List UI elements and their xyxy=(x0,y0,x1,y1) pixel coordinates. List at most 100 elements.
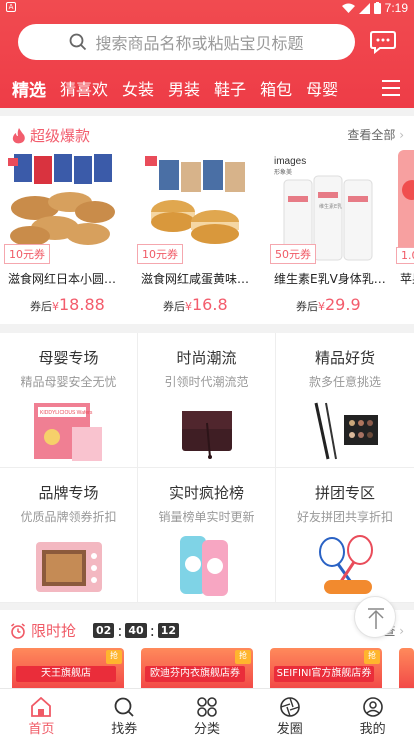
tab-featured[interactable]: 精选 xyxy=(12,76,46,101)
category-subtitle: 引领时代潮流范 xyxy=(164,375,249,389)
product-price: 券后¥29.9 xyxy=(296,295,361,314)
phone-case-image xyxy=(180,536,228,596)
grab-tag: 抢 xyxy=(106,650,122,664)
countdown-timer: 02:40:12 xyxy=(93,622,180,640)
coupon-badge: 10元券 xyxy=(137,244,183,264)
shop-card[interactable]: 抢 天王旗舰店 xyxy=(12,648,124,688)
arrow-up-icon xyxy=(368,608,384,629)
category-title: 拼团专区 xyxy=(314,484,375,502)
product-image: 1.0 xyxy=(392,150,414,266)
menu-icon[interactable] xyxy=(382,80,400,96)
status-time: 7:19 xyxy=(384,1,408,15)
svg-text:维生素E乳: 维生素E乳 xyxy=(319,203,342,210)
status-bar: A 7:19 xyxy=(0,0,414,16)
nav-find-coupon[interactable]: 找券 xyxy=(83,689,166,739)
aperture-icon xyxy=(279,697,300,717)
view-all-link[interactable]: 查看全部 › xyxy=(347,126,404,143)
tab-baby[interactable]: 母婴 xyxy=(306,76,338,100)
tab-bags[interactable]: 箱包 xyxy=(260,76,292,100)
coupon-badge: 50元券 xyxy=(270,244,316,264)
category-grid: 母婴专场 精品母婴安全无忧 KIDDYLICIOUS Wafers 时尚潮流 引… xyxy=(0,333,414,603)
message-icon[interactable] xyxy=(370,30,396,54)
flash-title: 限时抢 xyxy=(31,622,77,640)
shop-card[interactable]: 抢 SEIFINI官方旗舰店券 xyxy=(270,648,382,688)
category-fashion[interactable]: 时尚潮流 引领时代潮流范 xyxy=(138,333,276,468)
grab-tag: 抢 xyxy=(364,650,380,664)
product-price: 券后¥18.88 xyxy=(30,295,105,314)
category-subtitle: 好友拼团共享折扣 xyxy=(296,510,393,524)
status-icons: 7:19 xyxy=(341,1,408,15)
home-icon xyxy=(31,697,52,717)
brand-logo-text: images xyxy=(274,156,306,167)
tab-men[interactable]: 男装 xyxy=(168,76,200,100)
oven-image xyxy=(36,542,102,592)
category-icon xyxy=(197,697,217,717)
shop-card[interactable]: 抢 欧迪芬内衣旗舰店券 xyxy=(141,648,253,688)
category-title: 品牌专场 xyxy=(38,484,99,502)
product-name: 滋食网红日本小圆… xyxy=(8,272,117,286)
coupon-badge: 1.0 xyxy=(396,247,414,264)
product-name: 苹果 xyxy=(400,272,414,286)
category-subtitle: 销量榜单实时更新 xyxy=(158,510,255,524)
search-icon xyxy=(114,697,134,717)
product-image: 10元券 xyxy=(133,150,255,266)
nav-home[interactable]: 首页 xyxy=(0,689,83,739)
nav-share-circle[interactable]: 发圈 xyxy=(248,689,331,739)
product-name: 维生素E乳V身体乳… xyxy=(274,272,386,286)
category-tabs: 精选 猜喜欢 女装 男装 鞋子 箱包 母婴 xyxy=(0,72,414,104)
product-card[interactable]: 10元券 滋食网红日本小圆… 券后¥18.88 xyxy=(0,150,122,314)
battery-icon xyxy=(373,2,381,14)
tab-guess-like[interactable]: 猜喜欢 xyxy=(60,76,108,100)
badminton-image xyxy=(319,535,373,594)
product-card[interactable]: 1.0 苹果 xyxy=(392,150,414,287)
chevron-right-icon: › xyxy=(399,128,404,142)
category-title: 时尚潮流 xyxy=(176,349,237,367)
tab-shoes[interactable]: 鞋子 xyxy=(214,76,246,100)
app-notification-icon: A xyxy=(6,2,16,12)
nav-category[interactable]: 分类 xyxy=(166,689,249,739)
product-price: 券后¥16.8 xyxy=(163,295,228,314)
baby-snack-image: KIDDYLICIOUS Wafers xyxy=(34,403,102,461)
search-icon xyxy=(70,33,87,51)
category-subtitle: 款多任意挑选 xyxy=(308,375,381,389)
category-hot-ranking[interactable]: 实时疯抢榜 销量榜单实时更新 xyxy=(138,468,276,603)
category-subtitle: 精品母婴安全无忧 xyxy=(20,375,117,389)
product-card[interactable]: 10元券 滋食网红咸蛋黄味… 券后¥16.8 xyxy=(133,150,255,314)
product-card[interactable]: images 形象美 维生素E乳 50元券 维生素E乳V身体乳… 券后¥29.9 xyxy=(266,150,388,314)
back-to-top-button[interactable] xyxy=(354,596,396,638)
wifi-icon xyxy=(341,3,355,13)
shop-label: 天王旗舰店 xyxy=(16,666,116,682)
category-baby[interactable]: 母婴专场 精品母婴安全无忧 KIDDYLICIOUS Wafers xyxy=(0,333,138,468)
category-subtitle: 优质品牌领券折扣 xyxy=(20,510,117,524)
category-quality-goods[interactable]: 精品好货 款多任意挑选 xyxy=(276,333,414,468)
search-input[interactable]: 搜索商品名称或粘贴宝贝标题 xyxy=(18,24,355,60)
product-name: 滋食网红咸蛋黄味… xyxy=(141,272,250,286)
product-image: 10元券 xyxy=(0,150,122,266)
category-brand[interactable]: 品牌专场 优质品牌领券折扣 xyxy=(0,468,138,603)
category-group-buy[interactable]: 拼团专区 好友拼团共享折扣 xyxy=(276,468,414,603)
super-hot-section: 超级爆款 查看全部 › 10元券 滋食网红日本小圆… 券后¥18.88 10元券… xyxy=(0,116,414,324)
svg-text:形象美: 形象美 xyxy=(274,168,292,176)
bottom-nav: 首页 找券 分类 发圈 我的 xyxy=(0,688,414,739)
svg-text:KIDDYLICIOUS Wafers: KIDDYLICIOUS Wafers xyxy=(40,410,93,416)
category-title: 实时疯抢榜 xyxy=(168,484,244,502)
header: A 7:19 搜索商品名称或粘贴宝贝标题 精选 猜喜欢 女装 男装 鞋子 箱包 … xyxy=(0,0,414,108)
shop-label: 欧迪芬内衣旗舰店券 xyxy=(145,666,245,682)
shop-card[interactable] xyxy=(399,648,414,688)
nav-mine[interactable]: 我的 xyxy=(331,689,414,739)
hot-title: 超级爆款 xyxy=(30,127,91,145)
grab-tag: 抢 xyxy=(235,650,251,664)
search-placeholder: 搜索商品名称或粘贴宝贝标题 xyxy=(95,34,304,53)
category-title: 精品好货 xyxy=(314,349,375,367)
cosmetics-image xyxy=(314,402,378,460)
coupon-badge: 10元券 xyxy=(4,244,50,264)
shop-label: SEIFINI官方旗舰店券 xyxy=(274,666,374,682)
wallet-image xyxy=(182,411,232,459)
alarm-clock-icon xyxy=(11,622,25,639)
category-title: 母婴专场 xyxy=(38,349,99,367)
product-image: images 形象美 维生素E乳 50元券 xyxy=(266,150,388,266)
signal-icon xyxy=(358,2,370,14)
flame-icon xyxy=(12,127,25,143)
flash-sale-section: 限时抢 02:40:12 查 › 抢 天王旗舰店 抢 欧迪芬内衣旗舰店券 抢 S… xyxy=(0,610,414,688)
tab-women[interactable]: 女装 xyxy=(122,76,154,100)
